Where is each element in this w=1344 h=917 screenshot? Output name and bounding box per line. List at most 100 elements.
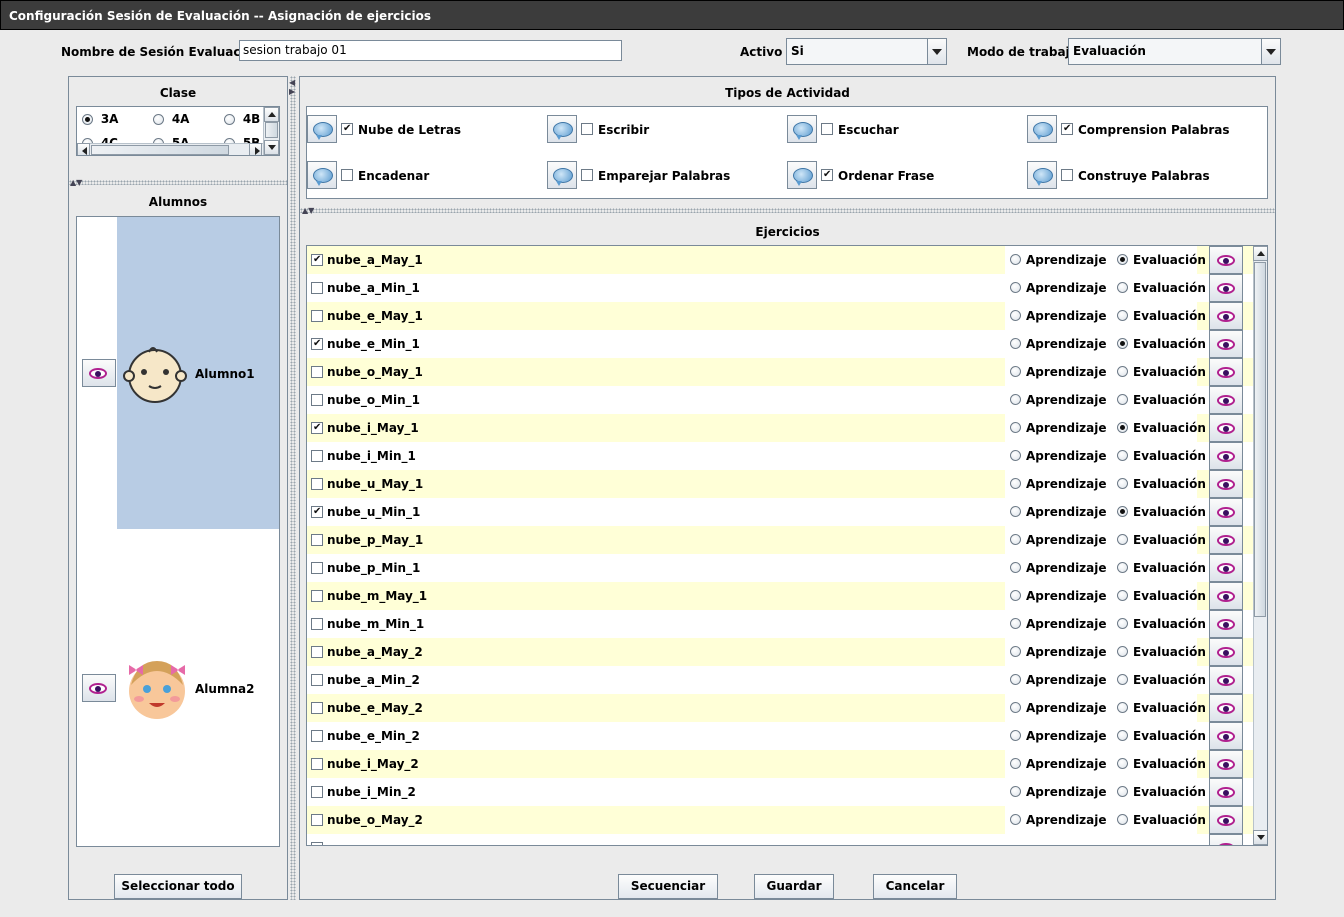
radio-evaluacion[interactable] (1117, 590, 1128, 601)
activity-type-checkbox[interactable] (341, 123, 353, 135)
radio-evaluacion[interactable] (1117, 786, 1128, 797)
radio-evaluacion[interactable] (1117, 506, 1128, 517)
preview-button[interactable] (1209, 498, 1243, 526)
info-bubble-button[interactable] (307, 115, 337, 143)
radio-aprendizaje[interactable] (1010, 506, 1021, 517)
splitter-arrows-icon[interactable]: ▲▼ (302, 206, 314, 215)
radio-evaluacion[interactable] (1117, 422, 1128, 433)
ejercicio-checkbox[interactable] (311, 562, 323, 574)
activity-type-checkbox[interactable] (821, 123, 833, 135)
radio-aprendizaje[interactable] (1010, 450, 1021, 461)
clase-splitter[interactable] (69, 180, 287, 185)
radio-aprendizaje[interactable] (1010, 310, 1021, 321)
hscroll-thumb[interactable] (91, 145, 229, 155)
preview-button[interactable] (1209, 666, 1243, 694)
info-bubble-button[interactable] (787, 161, 817, 189)
select-all-button[interactable]: Seleccionar todo (114, 874, 242, 899)
preview-button[interactable] (1209, 582, 1243, 610)
radio-aprendizaje[interactable] (1010, 758, 1021, 769)
clase-vscroll[interactable] (263, 107, 279, 155)
radio-aprendizaje[interactable] (1010, 366, 1021, 377)
radio-aprendizaje[interactable] (1010, 618, 1021, 629)
clase-option[interactable]: 4B (224, 112, 260, 126)
info-bubble-button[interactable] (787, 115, 817, 143)
view-student-button[interactable] (82, 359, 116, 387)
ejercicio-checkbox[interactable] (311, 282, 323, 294)
preview-button[interactable] (1209, 414, 1243, 442)
info-bubble-button[interactable] (547, 115, 577, 143)
radio-evaluacion[interactable] (1117, 282, 1128, 293)
save-button[interactable]: Guardar (754, 874, 834, 899)
ejercicio-checkbox[interactable] (311, 422, 323, 434)
radio-aprendizaje[interactable] (1010, 282, 1021, 293)
ejercicios-vscroll[interactable] (1253, 246, 1267, 845)
ejercicio-checkbox[interactable] (311, 674, 323, 686)
ejercicio-checkbox[interactable] (311, 786, 323, 798)
student-name[interactable]: Alumna2 (195, 682, 254, 696)
tipos-splitter[interactable] (300, 208, 1275, 213)
radio-evaluacion[interactable] (1117, 450, 1128, 461)
preview-button[interactable] (1209, 442, 1243, 470)
info-bubble-button[interactable] (1027, 161, 1057, 189)
preview-button[interactable] (1209, 554, 1243, 582)
radio-aprendizaje[interactable] (1010, 702, 1021, 713)
ejercicio-checkbox[interactable] (311, 646, 323, 658)
ejercicio-checkbox[interactable] (311, 702, 323, 714)
activity-type-checkbox[interactable] (581, 169, 593, 181)
ejercicio-checkbox[interactable] (311, 730, 323, 742)
preview-button[interactable] (1209, 526, 1243, 554)
radio-evaluacion[interactable] (1117, 394, 1128, 405)
sequence-button[interactable]: Secuenciar (618, 874, 718, 899)
activity-type-checkbox[interactable] (581, 123, 593, 135)
scroll-thumb[interactable] (265, 122, 278, 138)
ejercicio-checkbox[interactable] (311, 450, 323, 462)
scroll-right-icon[interactable] (249, 143, 262, 155)
ejercicio-checkbox[interactable] (311, 310, 323, 322)
preview-button[interactable] (1209, 358, 1243, 386)
radio-button[interactable] (82, 114, 93, 125)
chevron-down-icon[interactable] (927, 39, 946, 64)
activity-type-checkbox[interactable] (1061, 169, 1073, 181)
radio-evaluacion[interactable] (1117, 674, 1128, 685)
ejercicio-checkbox[interactable] (311, 618, 323, 630)
scroll-left-icon[interactable] (77, 143, 90, 155)
ejercicio-checkbox[interactable] (311, 814, 323, 826)
info-bubble-button[interactable] (307, 161, 337, 189)
ejercicio-checkbox[interactable] (311, 534, 323, 546)
clase-option[interactable]: 3A (82, 112, 118, 126)
radio-evaluacion[interactable] (1117, 478, 1128, 489)
student-name[interactable]: Alumno1 (195, 367, 255, 381)
radio-aprendizaje[interactable] (1010, 730, 1021, 741)
activity-type-checkbox[interactable] (341, 169, 353, 181)
radio-aprendizaje[interactable] (1010, 562, 1021, 573)
ejercicio-checkbox[interactable] (311, 506, 323, 518)
ejercicio-checkbox[interactable] (311, 338, 323, 350)
radio-aprendizaje[interactable] (1010, 786, 1021, 797)
radio-evaluacion[interactable] (1117, 814, 1128, 825)
radio-evaluacion[interactable] (1117, 534, 1128, 545)
preview-button[interactable] (1209, 246, 1243, 274)
preview-button[interactable] (1209, 610, 1243, 638)
active-combo[interactable]: Si (786, 38, 947, 65)
radio-aprendizaje[interactable] (1010, 394, 1021, 405)
scroll-down-icon[interactable] (264, 140, 279, 155)
preview-button[interactable] (1209, 470, 1243, 498)
info-bubble-button[interactable] (547, 161, 577, 189)
preview-button[interactable] (1209, 274, 1243, 302)
ejercicio-checkbox[interactable] (311, 394, 323, 406)
ejercicio-checkbox[interactable] (311, 366, 323, 378)
radio-evaluacion[interactable] (1117, 338, 1128, 349)
radio-aprendizaje[interactable] (1010, 422, 1021, 433)
radio-aprendizaje[interactable] (1010, 590, 1021, 601)
ejercicio-checkbox[interactable] (311, 842, 323, 845)
radio-aprendizaje[interactable] (1010, 674, 1021, 685)
radio-evaluacion[interactable] (1117, 562, 1128, 573)
ejercicio-checkbox[interactable] (311, 590, 323, 602)
radio-evaluacion[interactable] (1117, 730, 1128, 741)
preview-button[interactable] (1209, 806, 1243, 834)
radio-aprendizaje[interactable] (1010, 814, 1021, 825)
radio-evaluacion[interactable] (1117, 758, 1128, 769)
preview-button[interactable] (1209, 330, 1243, 358)
scroll-thumb[interactable] (1254, 262, 1266, 617)
radio-aprendizaje[interactable] (1010, 534, 1021, 545)
